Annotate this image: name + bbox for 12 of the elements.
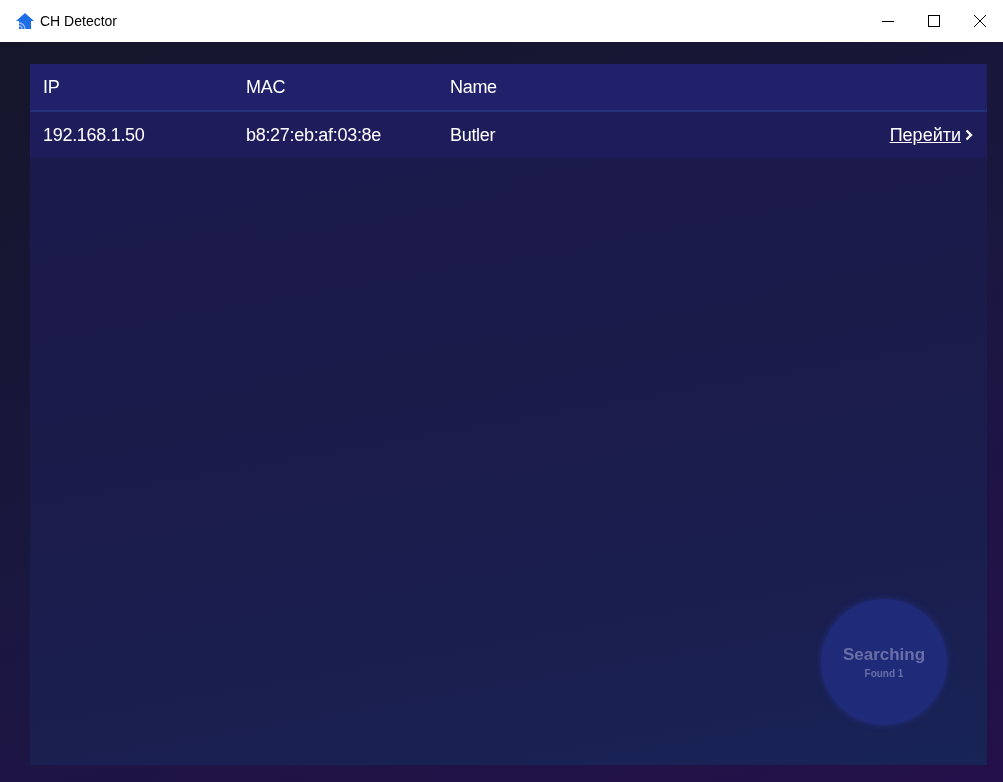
house-signal-icon [16, 13, 34, 29]
column-header: IP [43, 76, 61, 98]
table-cell-text: Butler [450, 124, 497, 146]
chevron-icon [965, 129, 973, 141]
window-title: CH Detector [40, 13, 118, 29]
open-link[interactable]: Перейти [889, 124, 973, 146]
column-header: MAC [246, 76, 287, 98]
table-cell-text: 192.168.1.50 [43, 124, 146, 146]
table-cell-text: b8:27:eb:af:03:8e [246, 124, 383, 146]
column-header: Name [450, 76, 498, 98]
maximize-icon [928, 15, 940, 27]
close-icon [974, 15, 986, 27]
